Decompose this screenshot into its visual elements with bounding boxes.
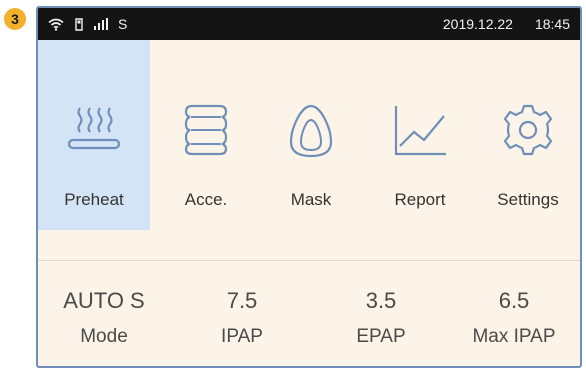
- device-screen: S 2019.12.22 18:45 Preheat Acce. Mask Re…: [36, 6, 582, 368]
- sd-card-icon: [74, 17, 84, 31]
- stat-mode: AUTO S Mode: [44, 286, 164, 352]
- signal-strength-icon: [94, 18, 108, 30]
- stat-epap: 3.5 EPAP: [321, 286, 441, 352]
- stat-ipap: 7.5 IPAP: [182, 286, 302, 352]
- stat-value: 7.5: [226, 288, 258, 313]
- menu-item-accessories[interactable]: Acce.: [150, 40, 262, 230]
- gear-icon: [500, 102, 556, 163]
- accessory-icon: [178, 102, 234, 163]
- report-chart-icon: [392, 102, 448, 163]
- menu-item-settings[interactable]: Settings: [472, 40, 580, 230]
- menu-item-label: Preheat: [64, 190, 124, 209]
- menu-item-label: Report: [394, 190, 446, 209]
- status-bar: S 2019.12.22 18:45: [38, 8, 580, 40]
- network-indicator: S: [118, 16, 128, 32]
- stat-max-ipap: 6.5 Max IPAP: [454, 286, 574, 352]
- status-time: 18:45: [534, 16, 570, 32]
- menu-item-label: Mask: [290, 190, 332, 209]
- stat-label: IPAP: [221, 326, 263, 347]
- menu-item-label: Acce.: [184, 190, 228, 209]
- wifi-icon: [48, 18, 64, 31]
- status-date: 2019.12.22: [442, 16, 513, 32]
- heater-icon: [66, 102, 122, 163]
- menu-item-preheat[interactable]: Preheat: [38, 40, 150, 230]
- stat-value: AUTO S: [63, 288, 145, 313]
- menu-item-label: Settings: [497, 190, 559, 209]
- step-number-badge: 3: [4, 8, 26, 30]
- stat-label: Mode: [80, 326, 128, 347]
- section-divider: [38, 260, 580, 261]
- menu-item-mask[interactable]: Mask: [255, 40, 367, 230]
- stat-label: EPAP: [356, 326, 406, 347]
- mask-icon: [283, 102, 339, 163]
- stat-value: 3.5: [365, 288, 397, 313]
- menu-item-report[interactable]: Report: [364, 40, 476, 230]
- stat-label: Max IPAP: [472, 326, 556, 347]
- main-menu: Preheat Acce. Mask Report Settings: [38, 40, 580, 230]
- stat-value: 6.5: [498, 288, 530, 313]
